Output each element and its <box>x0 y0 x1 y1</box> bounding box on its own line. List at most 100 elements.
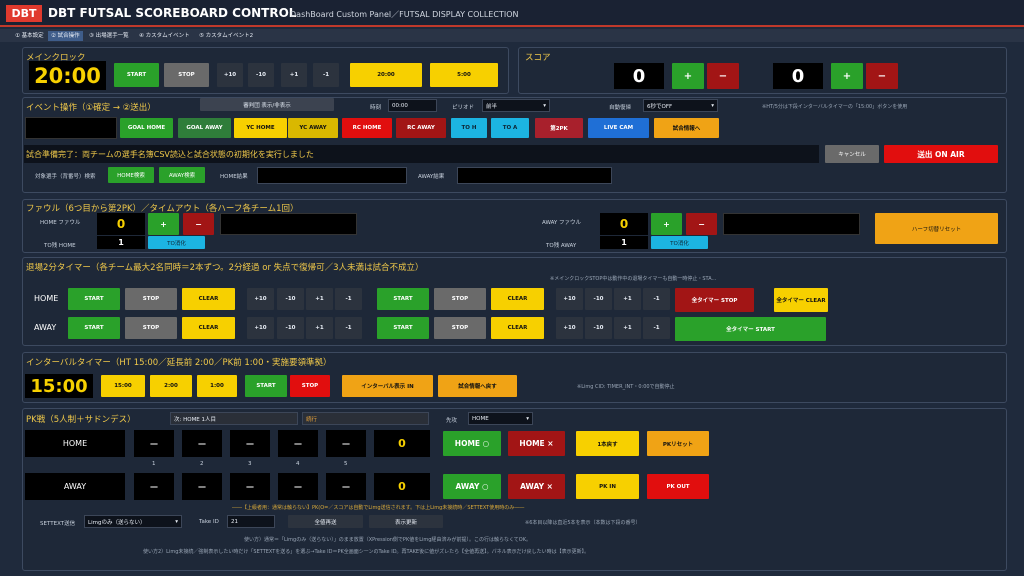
pk-in-button[interactable]: PK IN <box>576 474 639 499</box>
away-penalty2-minus10-button[interactable]: -10 <box>585 317 612 339</box>
away-penalty1-minus10-button[interactable]: -10 <box>277 317 304 339</box>
pk-away-kick-5: — <box>326 473 366 500</box>
away-penalty2-plus10-button[interactable]: +10 <box>556 317 583 339</box>
settext-value: Limgのみ（送らない） <box>88 519 146 526</box>
away-penalty1-plus10-button[interactable]: +10 <box>247 317 274 339</box>
away-penalty1-clear-button[interactable]: CLEAR <box>182 317 235 339</box>
home-penalty2-minus10-button[interactable]: -10 <box>585 288 612 310</box>
rc-home-button[interactable]: RC HOME <box>342 118 392 138</box>
pk-out-button[interactable]: PK OUT <box>647 474 709 499</box>
home-penalty1-minus1-button[interactable]: -1 <box>335 288 362 310</box>
home-penalty2-stop-button[interactable]: STOP <box>434 288 486 310</box>
pk-first-select[interactable]: HOME ▾ <box>468 412 533 425</box>
all-timer-clear-button[interactable]: 全タイマー CLEAR <box>774 288 828 312</box>
period-select[interactable]: 前半 ▾ <box>482 99 550 112</box>
home-penalty2-minus1-button[interactable]: -1 <box>643 288 670 310</box>
interval-preset-2-button[interactable]: 2:00 <box>150 375 192 397</box>
interval-start-button[interactable]: START <box>245 375 287 397</box>
home-penalty1-stop-button[interactable]: STOP <box>125 288 177 310</box>
away-penalty2-clear-button[interactable]: CLEAR <box>491 317 544 339</box>
away-penalty1-stop-button[interactable]: STOP <box>125 317 177 339</box>
interval-back-button[interactable]: 試合情報へ戻す <box>438 375 517 397</box>
to-away-button[interactable]: TO A <box>491 118 529 138</box>
all-timer-stop-button[interactable]: 全タイマー STOP <box>675 288 754 312</box>
away-penalty1-minus1-button[interactable]: -1 <box>335 317 362 339</box>
clock-plus1-button[interactable]: +1 <box>281 63 307 87</box>
penalty-note: ※メインクロックSTOP中は動作中の退場タイマーも自動一時停止・STA... <box>550 276 717 282</box>
clock-preset-5-button[interactable]: 5:00 <box>430 63 498 87</box>
clock-preset-20-button[interactable]: 20:00 <box>350 63 422 87</box>
away-penalty1-plus1-button[interactable]: +1 <box>306 317 333 339</box>
goal-home-button[interactable]: GOAL HOME <box>120 118 173 138</box>
pk-home-fail-button[interactable]: HOME × <box>508 431 565 456</box>
clock-plus10-button[interactable]: +10 <box>217 63 243 87</box>
away-foul-minus-button[interactable]: − <box>686 213 717 235</box>
home-score-plus-button[interactable]: + <box>672 63 704 89</box>
yc-away-button[interactable]: YC AWAY <box>288 118 338 138</box>
away-penalty1-start-button[interactable]: START <box>68 317 120 339</box>
home-penalty1-plus10-button[interactable]: +10 <box>247 288 274 310</box>
referee-toggle-button[interactable]: 審判団 表示/非表示 <box>200 98 334 111</box>
half-reset-button[interactable]: ハーフ切替リセット <box>875 213 998 244</box>
home-foul-plus-button[interactable]: + <box>148 213 179 235</box>
clock-stop-button[interactable]: STOP <box>164 63 209 87</box>
all-timer-start-button[interactable]: 全タイマー START <box>675 317 826 341</box>
clock-minus10-button[interactable]: -10 <box>248 63 274 87</box>
second-pk-button[interactable]: 第2PK <box>535 118 583 138</box>
home-penalty1-start-button[interactable]: START <box>68 288 120 310</box>
home-penalty2-plus1-button[interactable]: +1 <box>614 288 641 310</box>
event-time-input[interactable]: 00:00 <box>388 99 437 112</box>
to-home-button[interactable]: TO H <box>451 118 487 138</box>
to-away-use-button[interactable]: TO消化 <box>651 236 708 249</box>
cancel-button[interactable]: キャンセル <box>825 145 879 163</box>
away-penalty2-start-button[interactable]: START <box>377 317 429 339</box>
tab-basic-settings[interactable]: ① 基本設定 <box>12 31 47 41</box>
live-cam-button[interactable]: LIVE CAM <box>588 118 649 138</box>
take-id-input[interactable]: 21 <box>227 515 275 528</box>
home-penalty2-clear-button[interactable]: CLEAR <box>491 288 544 310</box>
away-result-field[interactable] <box>457 167 612 184</box>
to-match-info-button[interactable]: 試合情報へ <box>654 118 719 138</box>
away-search-button[interactable]: AWAY検索 <box>159 167 205 183</box>
pk-home-success-button[interactable]: HOME ○ <box>443 431 501 456</box>
interval-display: 15:00 <box>25 374 93 398</box>
home-result-field[interactable] <box>257 167 407 184</box>
home-search-button[interactable]: HOME検索 <box>108 167 154 183</box>
home-foul-minus-button[interactable]: − <box>183 213 214 235</box>
tab-match-control[interactable]: ② 試合操作 <box>48 31 83 41</box>
away-score-plus-button[interactable]: + <box>831 63 863 89</box>
clock-minus1-button[interactable]: -1 <box>313 63 339 87</box>
interval-preset-1-button[interactable]: 1:00 <box>197 375 237 397</box>
interval-show-button[interactable]: インターバル表示 IN <box>342 375 433 397</box>
tab-custom-event[interactable]: ④ カスタムイベント <box>136 31 193 41</box>
goal-away-button[interactable]: GOAL AWAY <box>178 118 231 138</box>
pk-reset-button[interactable]: PKリセット <box>647 431 709 456</box>
home-penalty2-start-button[interactable]: START <box>377 288 429 310</box>
away-penalty2-stop-button[interactable]: STOP <box>434 317 486 339</box>
away-penalty2-plus1-button[interactable]: +1 <box>614 317 641 339</box>
tab-custom-event-2[interactable]: ⑤ カスタムイベント2 <box>196 31 256 41</box>
away-score-minus-button[interactable]: − <box>866 63 898 89</box>
interval-preset-15-button[interactable]: 15:00 <box>101 375 145 397</box>
home-penalty1-clear-button[interactable]: CLEAR <box>182 288 235 310</box>
on-air-button[interactable]: 送出 ON AIR <box>884 145 998 163</box>
pk-away-success-button[interactable]: AWAY ○ <box>443 474 501 499</box>
auto-restore-select[interactable]: 6秒でOFF ▾ <box>643 99 718 112</box>
refresh-display-button[interactable]: 表示更新 <box>369 515 443 528</box>
to-home-use-button[interactable]: TO消化 <box>148 236 205 249</box>
pk-undo-button[interactable]: 1本戻す <box>576 431 639 456</box>
home-penalty1-plus1-button[interactable]: +1 <box>306 288 333 310</box>
tab-player-list[interactable]: ③ 出場選手一覧 <box>86 31 132 41</box>
away-foul-plus-button[interactable]: + <box>651 213 682 235</box>
yc-home-button[interactable]: YC HOME <box>234 118 287 138</box>
resend-all-button[interactable]: 全値再送 <box>288 515 363 528</box>
away-penalty2-minus1-button[interactable]: -1 <box>643 317 670 339</box>
home-penalty1-minus10-button[interactable]: -10 <box>277 288 304 310</box>
interval-stop-button[interactable]: STOP <box>290 375 330 397</box>
pk-away-fail-button[interactable]: AWAY × <box>508 474 565 499</box>
clock-start-button[interactable]: START <box>114 63 159 87</box>
home-score-minus-button[interactable]: − <box>707 63 739 89</box>
rc-away-button[interactable]: RC AWAY <box>396 118 446 138</box>
settext-select[interactable]: Limgのみ（送らない） ▾ <box>84 515 182 528</box>
home-penalty2-plus10-button[interactable]: +10 <box>556 288 583 310</box>
